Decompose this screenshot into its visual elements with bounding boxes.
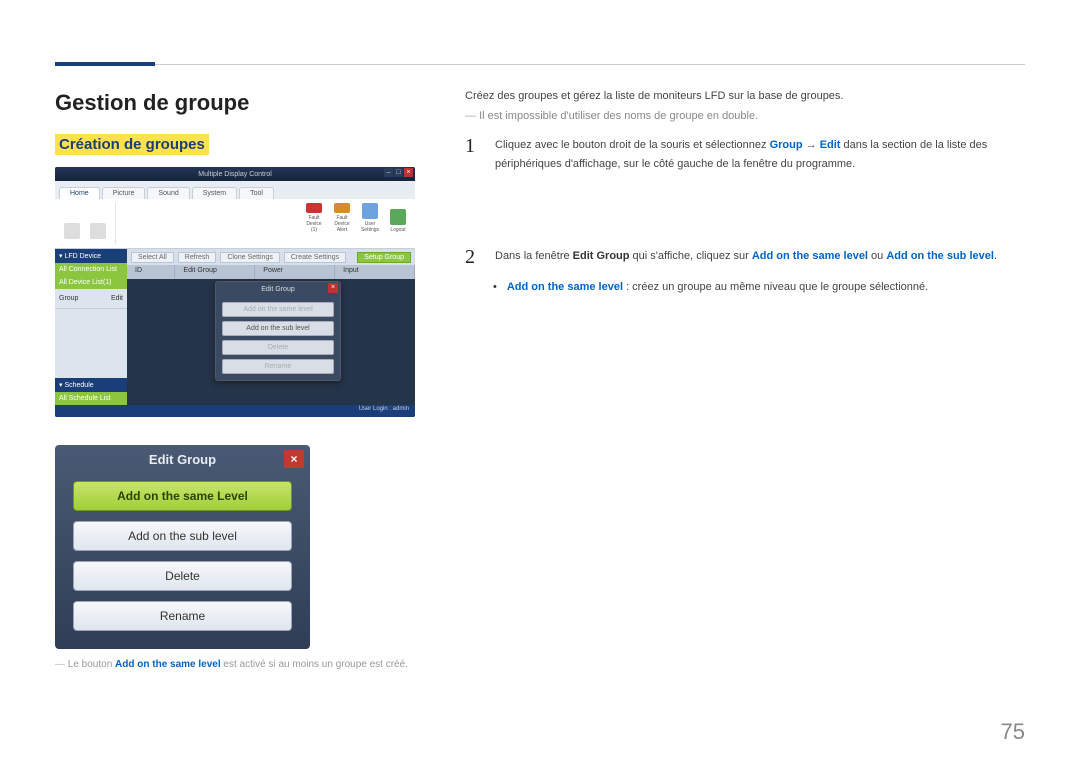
fault-alert-icon[interactable]: Fault Device Alert: [331, 203, 353, 233]
section-subheading: Création de groupes: [55, 134, 209, 155]
logout-icon[interactable]: Logout: [387, 203, 409, 233]
btn-delete[interactable]: Delete: [73, 561, 292, 591]
mdc-toolbar: Select All Refresh Clone Settings Create…: [127, 249, 415, 265]
mdc-btn-rename[interactable]: Rename: [222, 359, 334, 374]
step-1: 1 Cliquez avec le bouton droit de la sou…: [465, 136, 1025, 173]
window-max-icon[interactable]: □: [394, 168, 403, 177]
intro-text: Créez des groupes et gérez la liste de m…: [465, 90, 1025, 102]
mdc-btn-add-sub-level[interactable]: Add on the sub level: [222, 321, 334, 336]
mdc-btn-delete[interactable]: Delete: [222, 340, 334, 355]
sidebar-group-label: Group: [59, 295, 78, 302]
sidebar-edit-label: Edit: [111, 295, 123, 302]
mdc-edit-group-dialog: Edit Group × Add on the same level Add o…: [215, 281, 341, 381]
screenshot-mdc-app: Multiple Display Control – □ × Home Pict…: [55, 167, 415, 417]
window-min-icon[interactable]: –: [384, 168, 393, 177]
mdc-title: Multiple Display Control: [198, 171, 272, 178]
tab-home[interactable]: Home: [59, 187, 100, 199]
header-accent-bar: [55, 62, 155, 66]
mdc-ribbon: Fault Device (1) Fault Device Alert User…: [55, 199, 415, 249]
step-number: 1: [465, 136, 483, 173]
bullet-add-same-level: Add on the same level : créez un groupe …: [493, 281, 1025, 293]
ribbon-power-group: [61, 209, 83, 239]
close-icon[interactable]: ×: [328, 283, 338, 293]
window-close-icon[interactable]: ×: [404, 168, 413, 177]
mdc-tabstrip: Home Picture Sound System Tool: [55, 181, 415, 199]
mdc-main: Select All Refresh Clone Settings Create…: [127, 249, 415, 405]
tab-system[interactable]: System: [192, 187, 237, 199]
right-column: Créez des groupes et gérez la liste de m…: [465, 90, 1025, 670]
ribbon-volume-group: [87, 209, 109, 239]
col-id: ID: [127, 265, 175, 279]
user-settings-icon[interactable]: User Settings: [359, 203, 381, 233]
page: Gestion de groupe Création de groupes Mu…: [0, 0, 1080, 700]
mdc-sidebar: ▾ LFD Device All Connection List All Dev…: [55, 249, 127, 405]
step-2: 2 Dans la fenêtre Edit Group qui s'affic…: [465, 247, 1025, 267]
footnote: Le bouton Add on the same level est acti…: [55, 659, 415, 670]
sidebar-group-row[interactable]: Group Edit: [55, 289, 127, 309]
sidebar-all-device[interactable]: All Device List(1): [55, 276, 127, 289]
btn-add-sub-level[interactable]: Add on the sub level: [73, 521, 292, 551]
btn-select-all[interactable]: Select All: [131, 252, 174, 263]
mdc-dialog-title: Edit Group ×: [216, 282, 340, 296]
btn-refresh[interactable]: Refresh: [178, 252, 217, 263]
btn-create-settings[interactable]: Create Settings: [284, 252, 346, 263]
btn-add-same-level[interactable]: Add on the same Level: [73, 481, 292, 511]
fault-device-icon[interactable]: Fault Device (1): [303, 203, 325, 233]
dialog-title: Edit Group ×: [55, 445, 310, 473]
step-body: Dans la fenêtre Edit Group qui s'affiche…: [495, 247, 997, 267]
mdc-column-headers: ID Edit Group Power Input: [127, 265, 415, 279]
sidebar-all-schedule[interactable]: All Schedule List: [55, 392, 127, 405]
page-title: Gestion de groupe: [55, 90, 415, 116]
header-rule: [155, 64, 1025, 65]
left-column: Gestion de groupe Création de groupes Mu…: [55, 90, 415, 670]
btn-clone-settings[interactable]: Clone Settings: [220, 252, 280, 263]
tab-tool[interactable]: Tool: [239, 187, 274, 199]
page-number: 75: [1001, 719, 1025, 745]
mdc-titlebar: Multiple Display Control – □ ×: [55, 167, 415, 181]
tab-picture[interactable]: Picture: [102, 187, 146, 199]
screenshot-edit-group-dialog: Edit Group × Add on the same Level Add o…: [55, 445, 310, 649]
col-input: Input: [335, 265, 415, 279]
sidebar-schedule-header[interactable]: ▾ Schedule: [55, 378, 127, 392]
sidebar-lfd-header[interactable]: ▾ LFD Device: [55, 249, 127, 263]
step-number: 2: [465, 247, 483, 267]
btn-rename[interactable]: Rename: [73, 601, 292, 631]
sidebar-all-connection[interactable]: All Connection List: [55, 263, 127, 276]
col-power: Power: [255, 265, 335, 279]
mdc-statusbar: User Login : admin: [55, 405, 415, 417]
step-body: Cliquez avec le bouton droit de la souri…: [495, 136, 1025, 173]
close-icon[interactable]: ×: [284, 450, 304, 468]
note-text: Il est impossible d'utiliser des noms de…: [465, 110, 1025, 122]
col-edit-group: Edit Group: [175, 265, 255, 279]
mdc-btn-add-same-level[interactable]: Add on the same level: [222, 302, 334, 317]
tab-sound[interactable]: Sound: [147, 187, 189, 199]
btn-setup-group[interactable]: Setup Group: [357, 252, 411, 263]
